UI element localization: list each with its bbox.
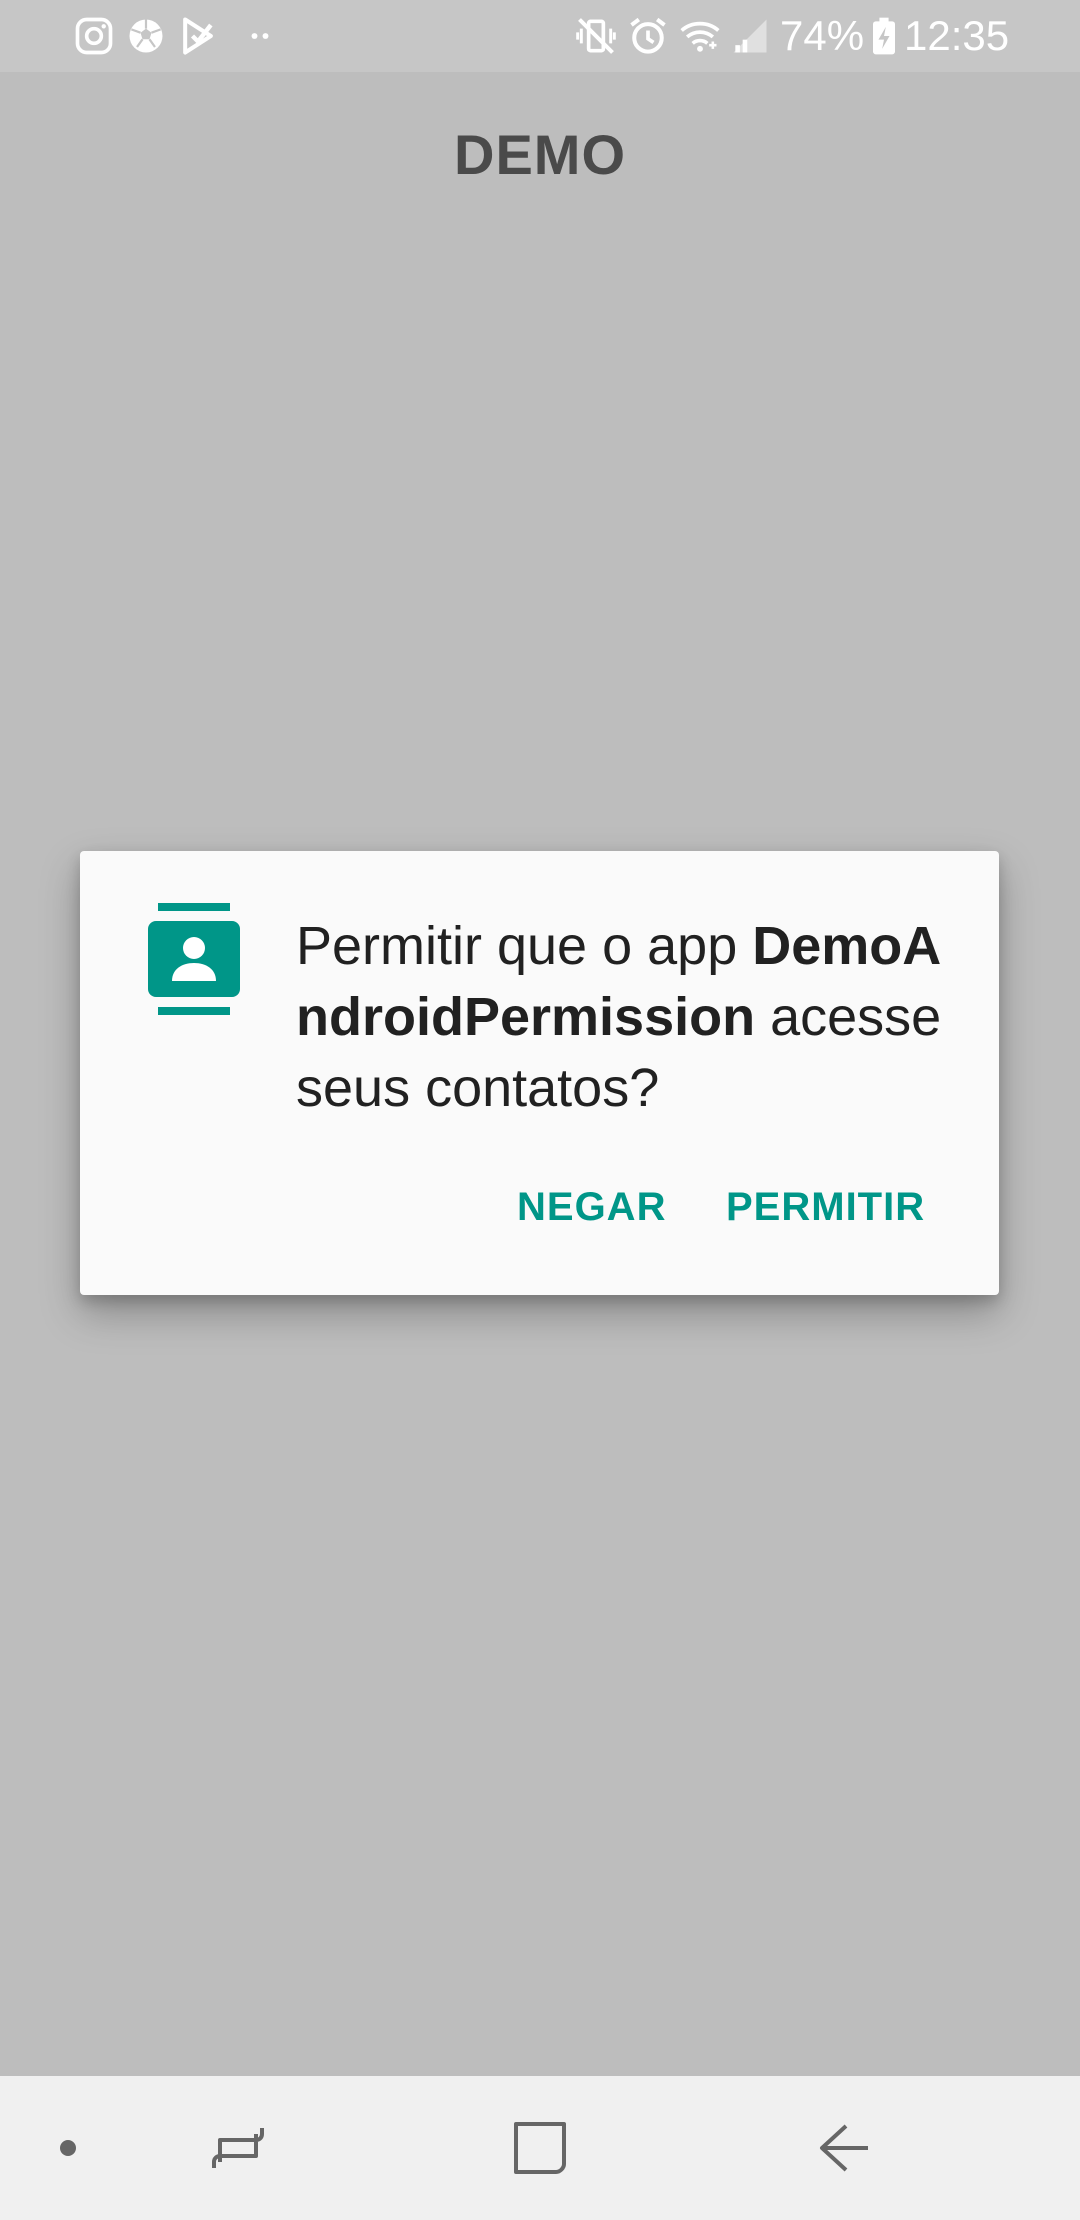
back-icon[interactable] (810, 2116, 874, 2180)
signal-icon (728, 14, 772, 58)
battery-charging-icon (862, 14, 906, 58)
vibrate-mute-icon (574, 14, 618, 58)
wifi-icon (678, 14, 722, 58)
deny-button[interactable]: NEGAR (517, 1183, 666, 1231)
clock: 12:35 (904, 12, 1010, 59)
message-prefix: Permitir que o app (296, 916, 753, 976)
dialog-message: Permitir que o app DemoAndroidPermission… (296, 911, 956, 1124)
instagram-icon (72, 14, 116, 58)
battery-percentage: 74% (780, 12, 865, 59)
app-title: DEMO (454, 123, 626, 186)
dot-indicator-icon[interactable] (36, 2116, 100, 2180)
soccer-ball-icon (124, 14, 168, 58)
status-bar: 74% 12:35 (0, 0, 1080, 72)
permission-dialog: Permitir que o app DemoAndroidPermission… (80, 851, 999, 1295)
recent-apps-icon[interactable] (206, 2116, 270, 2180)
contacts-icon (148, 903, 240, 1015)
allow-button[interactable]: PERMITIR (726, 1183, 925, 1231)
alarm-icon (626, 14, 670, 58)
home-icon[interactable] (508, 2116, 572, 2180)
more-notifications-icon (238, 14, 282, 58)
navigation-bar (0, 2076, 1080, 2220)
screen: 74% 12:35 DEMO Permitir que o app DemoAn… (0, 0, 1080, 2220)
play-store-icon (176, 14, 220, 58)
